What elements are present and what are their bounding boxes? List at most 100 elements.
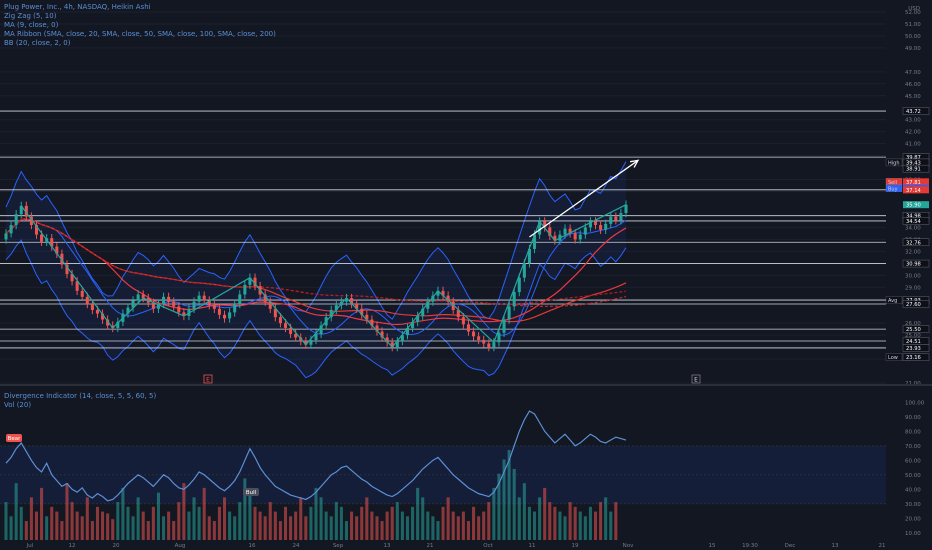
volume-bar	[344, 521, 349, 540]
volume-bar	[482, 511, 486, 540]
candle-body	[283, 323, 288, 328]
candle-body	[162, 296, 166, 305]
volume-bar	[390, 506, 394, 540]
candle-body	[512, 292, 516, 307]
osc-tick-label: 100.00	[905, 400, 925, 406]
price-label-value: 24.51	[906, 339, 921, 345]
candle-body	[228, 312, 232, 319]
volume-bar	[568, 502, 572, 540]
candle-body	[238, 294, 242, 305]
price-label-value: 23.93	[906, 346, 921, 352]
price-label-tag: High	[888, 160, 900, 166]
price-tick-label: 50.00	[905, 34, 921, 40]
svg-text:Bull: Bull	[246, 490, 257, 496]
price-label-value: 27.60	[906, 302, 921, 308]
legend-zigzag[interactable]: Zig Zag (5, 10)	[4, 12, 276, 21]
volume-bar	[24, 521, 28, 540]
volume-bar	[65, 483, 69, 540]
osc-tick-label: 40.00	[905, 487, 921, 493]
volume-bar	[441, 506, 445, 540]
price-label-value: 34.54	[906, 219, 922, 225]
candle-body	[599, 225, 603, 230]
volume-bar	[50, 506, 54, 540]
time-tick-label: 11	[529, 543, 536, 549]
price-label-value: 35.90	[906, 203, 921, 209]
candle-body	[167, 296, 171, 302]
volume-bar	[533, 511, 537, 540]
volume-bar	[599, 502, 603, 540]
volume-bar	[121, 487, 125, 540]
volume-bar	[461, 511, 465, 540]
candle-body	[4, 233, 8, 240]
volume-bar	[258, 511, 262, 540]
price-label: 43.72	[902, 107, 930, 115]
time-tick-label: 12	[69, 543, 76, 549]
time-tick-label: 19	[572, 543, 579, 549]
price-tick-label: 32.00	[905, 249, 921, 255]
volume-bar	[197, 506, 201, 540]
legend-bb[interactable]: BB (20, close, 2, 0)	[4, 39, 276, 48]
volume-bar	[304, 516, 308, 540]
legend-ma[interactable]: MA (9, close, 0)	[4, 21, 276, 30]
osc-tick-label: 10.00	[905, 531, 921, 537]
volume-bar	[80, 516, 84, 540]
legend-divergence[interactable]: Divergence Indicator (14, close, 5, 5, 6…	[4, 392, 156, 401]
time-tick-label: Nov	[623, 543, 634, 549]
time-tick-label: 21	[879, 543, 886, 549]
time-tick-label: Sep	[333, 543, 344, 549]
event-marker: E	[203, 374, 213, 384]
legend-volume[interactable]: Vol (20)	[4, 401, 156, 410]
volume-bar	[395, 502, 399, 540]
candle-body	[136, 294, 140, 301]
volume-bar	[233, 516, 237, 540]
main-pane-legend: Plug Power, Inc., 4h, NASDAQ, Heikin Ash…	[4, 3, 276, 48]
candle-body	[461, 317, 465, 325]
volume-bar	[426, 511, 430, 540]
candle-body	[90, 304, 94, 310]
volume-bar	[370, 511, 374, 540]
candle-body	[578, 234, 582, 240]
candle-body	[192, 301, 196, 309]
candle-body	[177, 306, 181, 313]
price-label-value: 25.50	[906, 327, 921, 333]
volume-bar	[421, 497, 425, 540]
osc-tick-label: 20.00	[905, 516, 921, 522]
time-tick-label: Jul	[26, 543, 34, 549]
price-label: 37.14	[903, 186, 929, 194]
candle-body	[583, 227, 587, 235]
volume-bar	[187, 511, 191, 540]
price-tick-label: 52.00	[905, 10, 921, 16]
candle-body	[517, 277, 521, 293]
volume-bar	[436, 521, 440, 540]
time-tick-label: 13	[832, 543, 839, 549]
legend-symbol[interactable]: Plug Power, Inc., 4h, NASDAQ, Heikin Ash…	[4, 3, 276, 12]
price-tick-label: 49.00	[905, 46, 921, 52]
volume-bar	[405, 516, 409, 540]
volume-bar	[167, 511, 171, 540]
time-tick-label: Oct	[483, 543, 493, 549]
time-tick-label: 24	[293, 543, 300, 549]
osc-tick-label: 60.00	[905, 458, 921, 464]
trading-chart[interactable]: USD52.0051.0050.0049.0047.0046.0045.0043…	[0, 0, 932, 550]
volume-bar	[365, 497, 369, 540]
volume-bar	[29, 497, 33, 540]
volume-bar	[202, 487, 206, 540]
legend-ma-ribbon[interactable]: MA Ribbon (SMA, close, 20, SMA, close, 5…	[4, 30, 276, 39]
volume-bar	[609, 511, 613, 540]
svg-text:E: E	[206, 377, 210, 384]
price-label-tag: Buy	[888, 186, 898, 192]
volume-bar	[578, 511, 582, 540]
volume-bar	[543, 487, 547, 540]
volume-bar	[553, 506, 557, 540]
volume-bar	[583, 516, 587, 540]
volume-bar	[177, 502, 181, 540]
volume-bar	[314, 487, 318, 540]
volume-bar	[151, 506, 155, 540]
price-label-value: 38.91	[906, 167, 921, 173]
candle-body	[472, 331, 476, 337]
volume-bar	[563, 516, 567, 540]
volume-bar	[588, 506, 592, 540]
volume-bar	[106, 513, 110, 540]
volume-bar	[548, 502, 552, 540]
svg-text:Bear: Bear	[8, 436, 22, 442]
